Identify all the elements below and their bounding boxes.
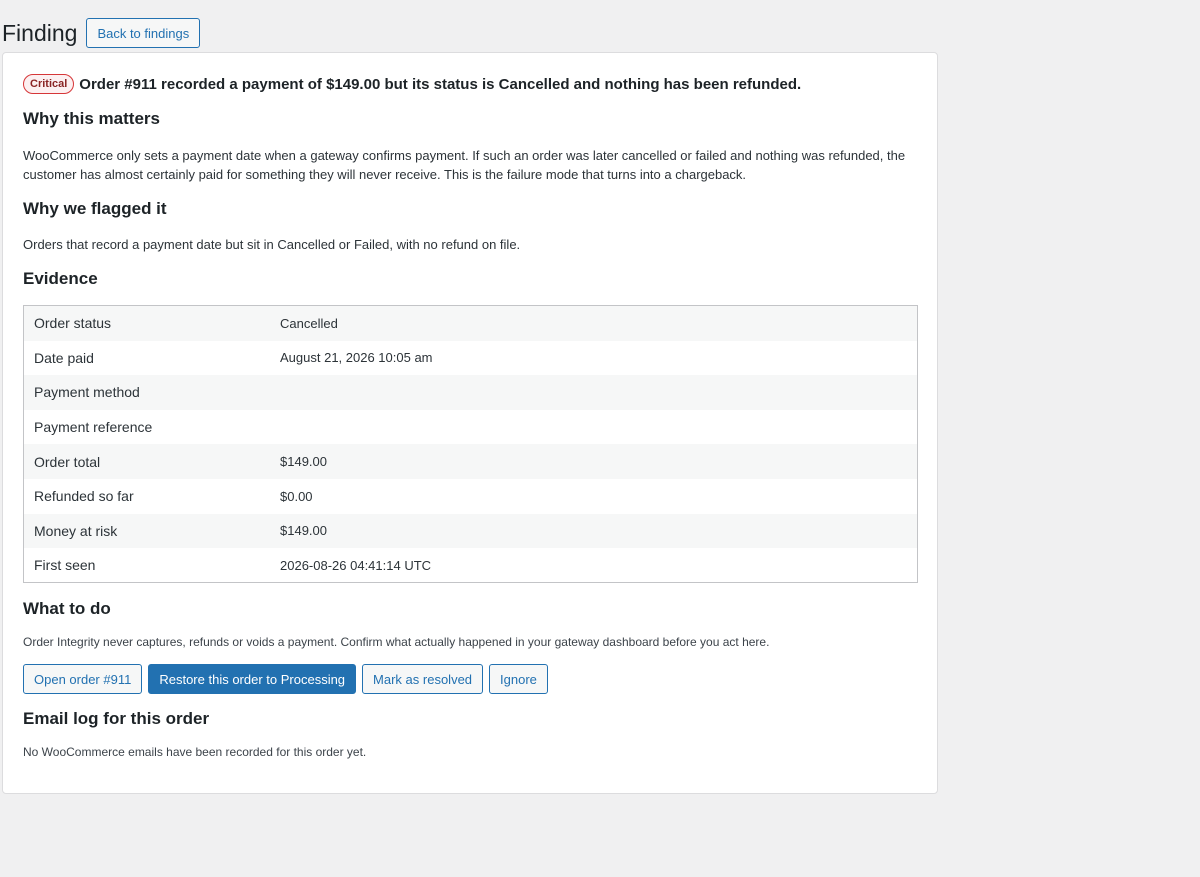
evidence-label: Money at risk <box>34 522 118 539</box>
evidence-row-refunded: Refunded so far $0.00 <box>24 479 917 514</box>
evidence-label: Payment method <box>34 384 140 401</box>
page-header: Finding Back to findings <box>2 18 201 48</box>
evidence-label: Date paid <box>34 349 94 366</box>
evidence-row-payment-method: Payment method <box>24 375 917 410</box>
evidence-label: Order status <box>34 315 112 332</box>
evidence-row-order-total: Order total $149.00 <box>24 444 917 479</box>
page-title: Finding <box>2 20 78 46</box>
evidence-row-money-at-risk: Money at risk $149.00 <box>24 513 917 549</box>
why-matters-heading: Why this matters <box>23 109 160 128</box>
why-flagged-text: Orders that record a payment date but si… <box>23 237 521 252</box>
restore-order-button[interactable]: Restore this order to Processing <box>148 664 357 694</box>
finding-summary: Order #911 recorded a payment of $149.00… <box>79 75 802 93</box>
action-buttons: Open order #911 Restore this order to Pr… <box>23 664 548 694</box>
finding-card: Critical Order #911 recorded a payment o… <box>2 52 938 794</box>
evidence-label: Refunded so far <box>34 488 134 505</box>
finding-headline: Critical Order #911 recorded a payment o… <box>23 74 801 94</box>
email-log-text: No WooCommerce emails have been recorded… <box>23 745 367 759</box>
back-to-findings-button[interactable]: Back to findings <box>86 18 201 48</box>
why-flagged-heading: Why we flagged it <box>23 199 167 218</box>
evidence-row-first-seen: First seen 2026-08-26 04:41:14 UTC <box>24 548 917 583</box>
ignore-button[interactable]: Ignore <box>489 664 548 694</box>
evidence-value: $149.00 <box>280 523 327 539</box>
evidence-heading: Evidence <box>23 269 98 288</box>
open-order-button[interactable]: Open order #911 <box>23 664 143 694</box>
evidence-row-payment-reference: Payment reference <box>24 410 917 445</box>
evidence-value: August 21, 2026 10:05 am <box>280 350 433 366</box>
evidence-label: Payment reference <box>34 419 153 436</box>
evidence-value: Cancelled <box>280 315 338 331</box>
evidence-row-date-paid: Date paid August 21, 2026 10:05 am <box>24 341 917 376</box>
evidence-value: 2026-08-26 04:41:14 UTC <box>280 557 432 573</box>
mark-resolved-button[interactable]: Mark as resolved <box>362 664 484 694</box>
what-to-do-text: Order Integrity never captures, refunds … <box>23 635 770 649</box>
evidence-value: $149.00 <box>280 454 327 470</box>
email-log-heading: Email log for this order <box>23 709 210 728</box>
evidence-row-order-status: Order status Cancelled <box>24 306 917 341</box>
evidence-value: $0.00 <box>280 488 313 504</box>
evidence-label: First seen <box>34 557 96 574</box>
evidence-table: Order status Cancelled Date paid August … <box>23 305 918 583</box>
why-matters-text: WooCommerce only sets a payment date whe… <box>23 148 906 182</box>
severity-badge: Critical <box>23 74 75 94</box>
evidence-label: Order total <box>34 453 101 470</box>
what-to-do-heading: What to do <box>23 599 111 618</box>
